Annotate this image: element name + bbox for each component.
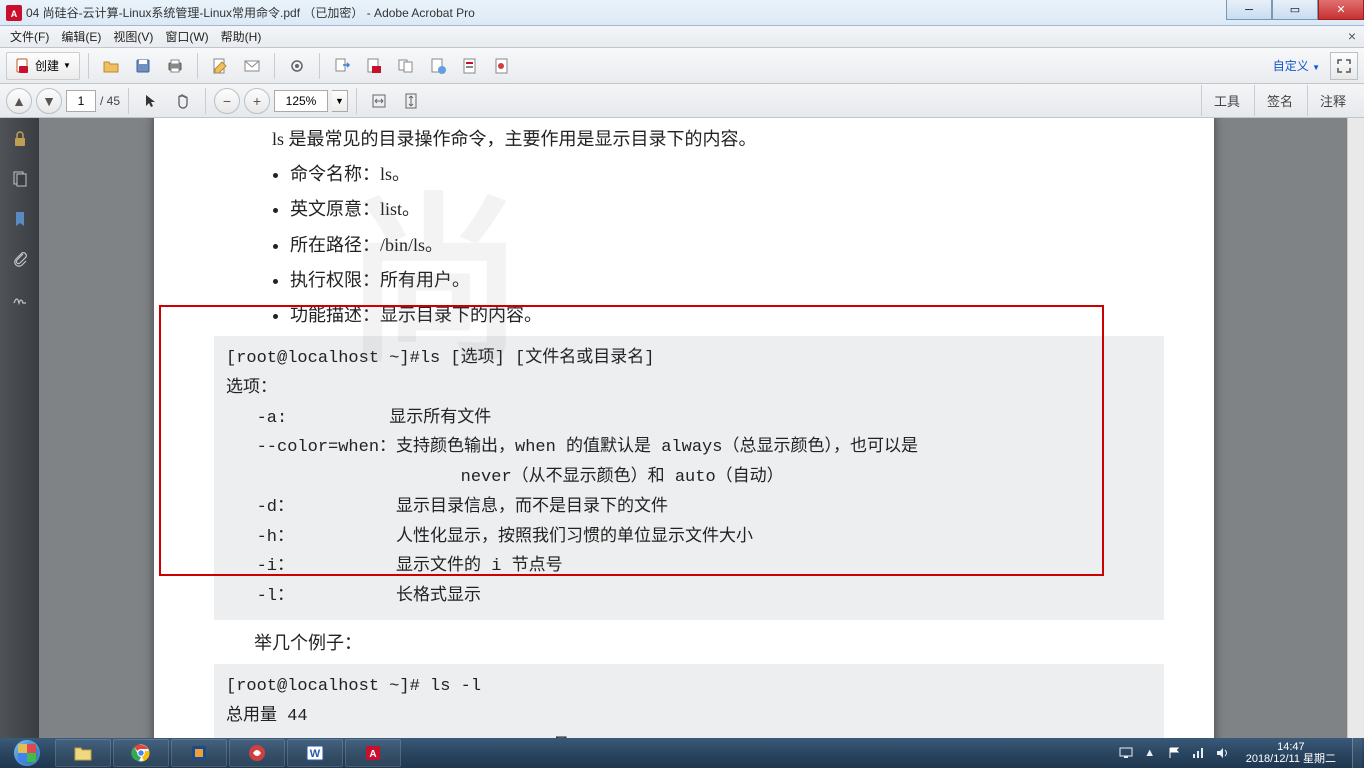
thumbnails-icon[interactable] (9, 168, 31, 190)
menu-edit[interactable]: 编辑(E) (55, 26, 107, 47)
svg-text:W: W (310, 748, 321, 760)
doc-bullet-list: 命令名称：ls。 英文原意：list。 所在路径：/bin/ls。 执行权限：所… (290, 157, 1154, 332)
taskbar: W A ▲ 14:47 2018/12/11 星期二 (0, 738, 1364, 768)
create-button[interactable]: 创建 ▼ (6, 52, 80, 80)
menu-view[interactable]: 视图(V) (107, 26, 159, 47)
fullscreen-button[interactable] (1330, 52, 1358, 80)
menu-help[interactable]: 帮助(H) (215, 26, 268, 47)
close-button[interactable]: ✕ (1318, 0, 1364, 20)
page-down-button[interactable]: ▼ (36, 88, 62, 114)
create-label: 创建 (35, 57, 59, 74)
menu-window[interactable]: 窗口(W) (159, 26, 214, 47)
close-document-button[interactable]: × (1348, 28, 1356, 44)
nav-toolbar: ▲ ▼ / 45 − + ▼ 工具 签名 注释 (0, 84, 1364, 118)
doc-li-3: 所在路径：/bin/ls。 (290, 228, 1154, 262)
task-explorer[interactable] (55, 739, 111, 767)
sign-panel-button[interactable]: 签名 (1254, 85, 1305, 116)
task-chrome[interactable] (113, 739, 169, 767)
hand-tool-button[interactable] (169, 87, 197, 115)
comment-panel-button[interactable]: 注释 (1307, 85, 1358, 116)
titlebar: A 04 尚硅谷-云计算-Linux系统管理-Linux常用命令.pdf （已加… (0, 0, 1364, 26)
fit-page-button[interactable] (397, 87, 425, 115)
navigation-rail (0, 118, 39, 738)
menubar: 文件(F) 编辑(E) 视图(V) 窗口(W) 帮助(H) × (0, 26, 1364, 48)
email-button[interactable] (238, 52, 266, 80)
start-button[interactable] (0, 738, 54, 768)
create-pdf-button[interactable] (360, 52, 388, 80)
doc-li-1: 命令名称：ls。 (290, 157, 1154, 191)
doc-li-2: 英文原意：list。 (290, 192, 1154, 226)
system-tray: ▲ 14:47 2018/12/11 星期二 (1116, 738, 1364, 768)
minimize-button[interactable]: ─ (1226, 0, 1272, 20)
show-desktop-button[interactable] (1352, 738, 1362, 768)
tools-panel-button[interactable]: 工具 (1201, 85, 1252, 116)
save-button[interactable] (129, 52, 157, 80)
page-up-button[interactable]: ▲ (6, 88, 32, 114)
select-tool-button[interactable] (137, 87, 165, 115)
open-button[interactable] (97, 52, 125, 80)
task-app1[interactable] (229, 739, 285, 767)
tray-volume-icon[interactable] (1214, 745, 1230, 761)
security-icon[interactable] (9, 128, 31, 150)
task-vbox[interactable] (171, 739, 227, 767)
attachments-icon[interactable] (9, 248, 31, 270)
task-word[interactable]: W (287, 739, 343, 767)
examples-label: 举几个例子： (254, 626, 1154, 660)
clock-date: 2018/12/11 星期二 (1246, 753, 1336, 765)
customize-link[interactable]: 自定义 ▼ (1273, 57, 1326, 74)
zoom-input[interactable] (274, 90, 328, 112)
signatures-icon[interactable] (9, 288, 31, 310)
edit-text-button[interactable] (206, 52, 234, 80)
zoom-dropdown[interactable]: ▼ (332, 90, 348, 112)
code-block-example: [root@localhost ~]# ls -l 总用量 44 -rw----… (214, 664, 1164, 738)
tray-network-icon[interactable] (1190, 745, 1206, 761)
pdf-page: 尚 ls 是最常见的目录操作命令，主要作用是显示目录下的内容。 命令名称：ls。… (154, 118, 1214, 738)
combine-button[interactable] (392, 52, 420, 80)
doc-li-5: 功能描述：显示目录下的内容。 (290, 298, 1154, 332)
main-area: 尚 ls 是最常见的目录操作命令，主要作用是显示目录下的内容。 命令名称：ls。… (0, 118, 1364, 738)
multimedia-button[interactable] (488, 52, 516, 80)
tray-flag-icon[interactable] (1166, 745, 1182, 761)
svg-text:A: A (369, 749, 376, 760)
app-icon: A (6, 5, 22, 21)
fit-width-button[interactable] (365, 87, 393, 115)
vertical-scrollbar[interactable] (1347, 118, 1364, 738)
page-number-input[interactable] (66, 90, 96, 112)
window-controls: ─ ▭ ✕ (1226, 0, 1364, 25)
maximize-button[interactable]: ▭ (1272, 0, 1318, 20)
settings-button[interactable] (283, 52, 311, 80)
doc-intro: ls 是最常见的目录操作命令，主要作用是显示目录下的内容。 (236, 122, 1154, 156)
window-title: 04 尚硅谷-云计算-Linux系统管理-Linux常用命令.pdf （已加密）… (26, 4, 1226, 21)
svg-text:A: A (11, 9, 18, 19)
task-acrobat[interactable]: A (345, 739, 401, 767)
export-button[interactable] (328, 52, 356, 80)
zoom-in-button[interactable]: + (244, 88, 270, 114)
document-viewport[interactable]: 尚 ls 是最常见的目录操作命令，主要作用是显示目录下的内容。 命令名称：ls。… (39, 118, 1364, 738)
tray-chevron-icon[interactable]: ▲ (1142, 745, 1158, 761)
main-toolbar: 创建 ▼ 自定义 ▼ (0, 48, 1364, 84)
form-button[interactable] (456, 52, 484, 80)
tray-monitor-icon[interactable] (1118, 745, 1134, 761)
menu-file[interactable]: 文件(F) (4, 26, 55, 47)
code-block-usage: [root@localhost ~]#ls [选项] [文件名或目录名] 选项：… (214, 336, 1164, 620)
share-button[interactable] (424, 52, 452, 80)
bookmarks-icon[interactable] (9, 208, 31, 230)
clock-time: 14:47 (1246, 741, 1336, 753)
print-button[interactable] (161, 52, 189, 80)
zoom-out-button[interactable]: − (214, 88, 240, 114)
doc-li-4: 执行权限：所有用户。 (290, 263, 1154, 297)
taskbar-clock[interactable]: 14:47 2018/12/11 星期二 (1238, 741, 1344, 765)
page-total-label: / 45 (100, 94, 120, 108)
